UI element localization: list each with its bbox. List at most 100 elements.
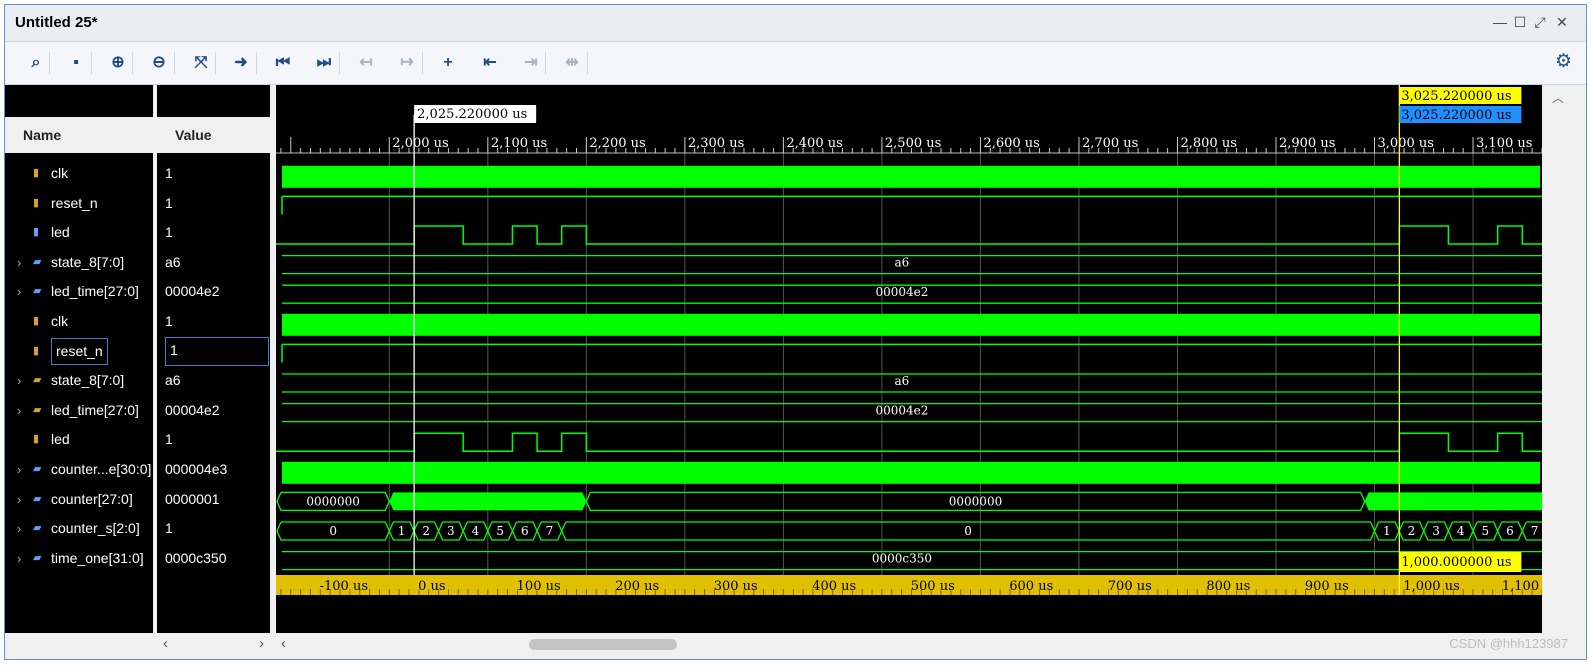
- add-marker-icon[interactable]: +: [435, 50, 461, 76]
- toolbar-separator: [174, 52, 175, 74]
- window-title: Untitled 25*: [15, 14, 98, 31]
- wave-scroll-left-icon[interactable]: ‹: [281, 635, 286, 652]
- bus-signal-icon: ▰: [33, 551, 42, 564]
- float-icon[interactable]: ⤢: [1532, 14, 1548, 31]
- signal-row[interactable]: › ▰ state_8[7:0]: [5, 366, 153, 395]
- go-to-time-zero-icon[interactable]: ⏮: [270, 50, 296, 76]
- bit-signal-icon: ▮: [33, 226, 40, 239]
- state-8-wave-label: a6: [895, 256, 910, 270]
- signal-row[interactable]: ▮ reset_n: [5, 337, 153, 366]
- counter-wave-fill: [1364, 492, 1542, 511]
- signal-value: 1: [165, 431, 173, 448]
- toolbar-separator: [587, 52, 588, 74]
- signal-row[interactable]: ▮ led: [5, 218, 153, 247]
- next-transition-icon[interactable]: ↦: [394, 50, 420, 76]
- toolbar: ⌕ ▪ ⊕ ⊖ ⤧ ➜ ⏮ ⏭ ↤ ↦ + ⇤ ⇥ ⇹ ⚙: [5, 42, 1586, 85]
- signal-row[interactable]: › ▰ time_one[31:0]: [5, 544, 153, 573]
- name-column-header[interactable]: Name: [5, 117, 153, 153]
- state-8-wave-2: [282, 373, 1542, 393]
- counter-s-wave-value: 0: [329, 524, 337, 538]
- swap-cursors-icon[interactable]: ⇹: [559, 50, 585, 76]
- toolbar-separator: [91, 52, 92, 74]
- signal-row[interactable]: ▮ led: [5, 425, 153, 454]
- previous-transition-icon[interactable]: ↤: [353, 50, 379, 76]
- zoom-fit-icon[interactable]: ⤧: [188, 50, 214, 76]
- toolbar-separator: [545, 52, 546, 74]
- signal-row[interactable]: › ▰ counter_s[2:0]: [5, 514, 153, 543]
- toolbar-separator: [422, 52, 423, 74]
- scroll-up-icon[interactable]: ︿: [1552, 89, 1564, 106]
- signal-value: 1: [165, 194, 173, 211]
- signal-row[interactable]: › ▰ counter[27:0]: [5, 485, 153, 514]
- signal-name: led_time[27:0]: [51, 401, 139, 418]
- cursor-label-2: 3,025.220000 us: [1401, 108, 1511, 123]
- value-column-header[interactable]: Value: [157, 117, 270, 153]
- chevron-right-icon[interactable]: ›: [17, 277, 21, 306]
- signal-row[interactable]: › ▰ state_8[7:0]: [5, 248, 153, 277]
- signal-name: clk: [51, 165, 69, 181]
- signal-value: 000004e3: [165, 461, 228, 477]
- ruler-tick-label: 2,800 us: [1180, 136, 1236, 151]
- bus-signal-icon: ▰: [33, 463, 42, 475]
- waveform-canvas[interactable]: 2,000 us 2,100 us 2,200 us 2,300 us 2,400 us…: [276, 85, 1542, 640]
- zoom-out-icon[interactable]: ⊖: [146, 50, 172, 76]
- waveform-window: Untitled 25* — ☐ ⤢ ✕ ⌕ ▪ ⊕ ⊖ ⤧ ➜ ⏮ ⏭ ↤ ↦ + ⇤ ⇥ ⇹ ⚙ Nam…: [4, 4, 1587, 660]
- search-icon[interactable]: ⌕: [23, 50, 49, 76]
- chevron-right-icon[interactable]: ›: [17, 248, 21, 277]
- signal-name: state_8[7:0]: [51, 372, 125, 389]
- maximize-icon[interactable]: ☐: [1512, 14, 1528, 31]
- relative-ruler-label: 600 us: [1009, 579, 1053, 594]
- bus-signal-icon: ▰: [33, 522, 42, 535]
- signal-name: clk: [51, 313, 69, 329]
- chevron-right-icon[interactable]: ›: [17, 455, 21, 484]
- signal-value: 1: [165, 165, 173, 181]
- relative-ruler-label: 1,000 us: [1403, 579, 1459, 594]
- signal-row[interactable]: ▮ reset_n: [5, 189, 153, 218]
- chevron-right-icon[interactable]: ›: [17, 366, 21, 395]
- chevron-right-icon[interactable]: ›: [17, 544, 21, 573]
- counter-s-wave-value: 1: [1383, 524, 1391, 538]
- signal-name: state_8[7:0]: [51, 253, 125, 270]
- minimize-icon[interactable]: —: [1492, 14, 1508, 30]
- signal-row[interactable]: ▮ clk: [5, 307, 153, 336]
- signal-value: 0000001: [165, 490, 220, 507]
- scroll-right-icon[interactable]: ›: [259, 635, 264, 652]
- relative-ruler-label: 100 us: [517, 579, 561, 594]
- counter-s-wave-value: 3: [447, 524, 455, 538]
- relative-ruler-label: -100 us: [320, 579, 368, 594]
- signal-row[interactable]: › ▰ led_time[27:0]: [5, 277, 153, 306]
- signal-value: a6: [165, 253, 181, 270]
- counter-s-wave-value: 2: [1408, 524, 1416, 538]
- toolbar-separator: [339, 52, 340, 74]
- gear-icon[interactable]: ⚙: [1555, 50, 1572, 73]
- relative-time-ruler: [276, 575, 1542, 595]
- previous-marker-icon[interactable]: ⇤: [477, 50, 503, 76]
- horizontal-scroll-thumb[interactable]: [529, 639, 677, 650]
- next-marker-icon[interactable]: ⇥: [518, 50, 544, 76]
- signal-row[interactable]: › ▰ counter...e[30:0]: [5, 455, 153, 484]
- led-wave-2: [276, 432, 1542, 452]
- scroll-left-icon[interactable]: ‹: [163, 635, 168, 652]
- relative-ruler-label: 500 us: [911, 579, 955, 594]
- signal-row[interactable]: › ▰ led_time[27:0]: [5, 396, 153, 425]
- waveform-pane[interactable]: 2,000 us 2,100 us 2,200 us 2,300 us 2,400 us…: [276, 85, 1542, 640]
- toolbar-separator: [49, 52, 50, 74]
- counter-e-wave: [282, 461, 1540, 484]
- bus-signal-icon: ▰: [33, 403, 42, 416]
- chevron-right-icon[interactable]: ›: [17, 396, 21, 425]
- close-icon[interactable]: ✕: [1554, 14, 1570, 31]
- name-column: Name ▮ clk ▮ reset_n ▮ led › ▰ state_8[7:0] › ▰ led…: [5, 85, 153, 645]
- bus-signal-icon: ▰: [33, 285, 42, 298]
- title-bar: Untitled 25* — ☐ ⤢ ✕: [5, 5, 1586, 42]
- vertical-scrollbar[interactable]: ︿: [1544, 85, 1586, 640]
- time-one-wave-label: 0000c350: [872, 552, 932, 566]
- chevron-right-icon[interactable]: ›: [17, 514, 21, 543]
- bit-signal-icon: ▮: [33, 315, 40, 327]
- chevron-right-icon[interactable]: ›: [17, 485, 21, 514]
- signal-row[interactable]: ▮ clk: [5, 159, 153, 188]
- zoom-in-icon[interactable]: ⊕: [105, 50, 131, 76]
- go-to-cursor-icon[interactable]: ➜: [228, 50, 254, 76]
- go-to-last-time-icon[interactable]: ⏭: [311, 50, 337, 76]
- ruler-tick-label: 2,500 us: [885, 136, 941, 151]
- save-icon[interactable]: ▪: [63, 50, 89, 76]
